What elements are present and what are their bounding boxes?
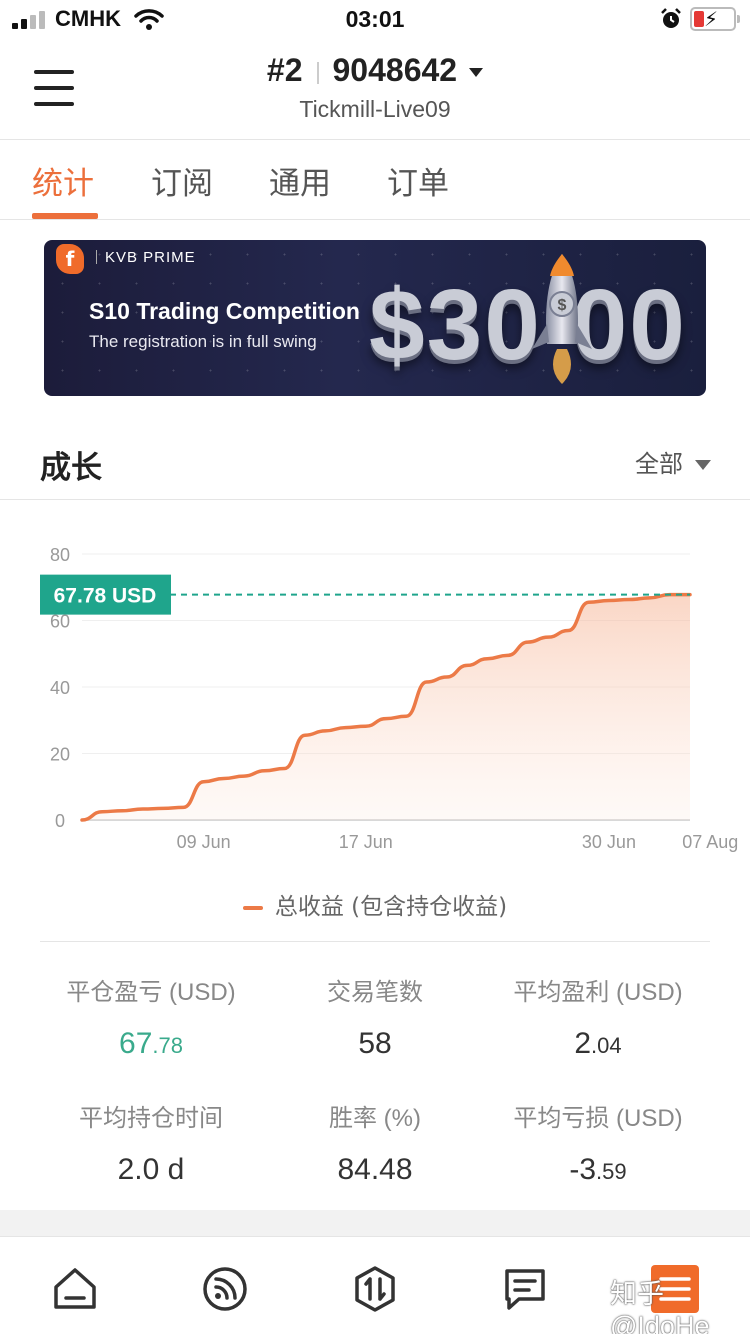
stat-label: 交易笔数 xyxy=(327,979,423,1006)
legend-label: 总收益 (包含持仓收益) xyxy=(274,894,508,920)
stat-label: 平仓盈亏 (USD) xyxy=(66,979,236,1006)
stat-value: 84.48 xyxy=(337,1153,413,1186)
y-tick-label: 40 xyxy=(50,678,70,698)
svg-text:$: $ xyxy=(558,297,567,314)
watermark: 知乎 @IdoHe xyxy=(610,1279,710,1334)
stat-value: 58 xyxy=(358,1027,392,1060)
caret-down-icon xyxy=(695,460,711,470)
nav-trade[interactable] xyxy=(351,1265,399,1313)
server-name: Tickmill-Live09 xyxy=(299,96,451,122)
stat-label: 平均持仓时间 xyxy=(79,1105,223,1132)
growth-chart-svg: 67.78 USD 0 20 40 60 80 09 Jun 17 Jun 30 Jun 07… xyxy=(40,545,738,852)
tab-statistics[interactable]: 统计 xyxy=(32,158,94,203)
nav-feed[interactable] xyxy=(201,1265,249,1313)
promo-banner[interactable]: f KVB PRIME S10 Trading Competition The … xyxy=(44,240,706,396)
account-number: 9048642 xyxy=(332,52,458,88)
stat-avg-profit: 平均盈利 (USD) 2.04 xyxy=(483,972,713,1061)
y-tick-label: 20 xyxy=(50,745,70,765)
orders-icon xyxy=(505,1269,545,1310)
stat-value: 67.78 xyxy=(119,1027,183,1060)
range-filter-label: 全部 xyxy=(635,450,683,478)
chart-legend: 总收益 (包含持仓收益) xyxy=(0,887,750,921)
nav-home[interactable] xyxy=(51,1265,99,1313)
clock: 03:01 xyxy=(345,6,405,32)
status-bar: CMHK 03:01 ⚡ xyxy=(0,0,750,40)
banner-subtitle: The registration is in full swing xyxy=(89,332,317,351)
x-tick-label: 30 Jun xyxy=(582,832,636,852)
stat-value: 2.04 xyxy=(574,1027,622,1060)
divider xyxy=(40,941,710,942)
stat-trade-count: 交易笔数 58 xyxy=(260,972,490,1061)
legend-swatch xyxy=(242,905,263,910)
account-index: #2 xyxy=(266,52,303,88)
x-tick-label: 09 Jun xyxy=(177,832,231,852)
section-separator xyxy=(0,1210,750,1236)
banner-title: S10 Trading Competition xyxy=(89,298,360,324)
stat-value: -3.59 xyxy=(569,1153,627,1186)
tab-orders[interactable]: 订单 xyxy=(387,158,449,203)
tab-bar: 统计 订阅 通用 订单 xyxy=(0,140,750,220)
caret-down-icon xyxy=(469,68,484,78)
growth-area xyxy=(82,594,690,820)
stat-value: 2.0 d xyxy=(117,1153,185,1186)
feed-icon xyxy=(203,1267,247,1311)
x-tick-label: 17 Jun xyxy=(339,832,393,852)
account-header: #2 9048642 Tickmill-Live09 xyxy=(0,40,750,140)
banner-brand: KVB PRIME xyxy=(96,249,196,266)
y-tick-label: 60 xyxy=(50,612,70,632)
stat-label: 平均盈利 (USD) xyxy=(513,979,683,1006)
growth-section-header: 成长 全部 xyxy=(0,420,750,500)
home-icon xyxy=(54,1268,96,1309)
tab-general[interactable]: 通用 xyxy=(269,158,331,203)
brand-logo-icon: f xyxy=(56,244,84,274)
battery-charging-icon: ⚡ xyxy=(690,7,740,31)
stat-avg-loss: 平均亏损 (USD) -3.59 xyxy=(483,1098,713,1187)
current-value-label: 67.78 USD xyxy=(54,585,157,608)
stat-label: 平均亏损 (USD) xyxy=(513,1105,683,1132)
trade-icon xyxy=(355,1266,395,1312)
stat-win-rate: 胜率 (%) 84.48 xyxy=(260,1098,490,1187)
y-tick-label: 0 xyxy=(55,811,65,831)
stat-label: 胜率 (%) xyxy=(329,1105,421,1132)
rocket-icon: $ xyxy=(532,254,592,384)
stat-closed-pnl: 平仓盈亏 (USD) 67.78 xyxy=(36,972,266,1061)
y-tick-label: 80 xyxy=(50,545,70,565)
tab-subscribe[interactable]: 订阅 xyxy=(151,158,213,203)
nav-orders[interactable] xyxy=(501,1265,549,1313)
account-selector[interactable]: #2 9048642 xyxy=(0,52,750,89)
stat-avg-hold-time: 平均持仓时间 2.0 d xyxy=(36,1098,266,1187)
range-filter-dropdown[interactable]: 全部 xyxy=(635,444,711,479)
alarm-icon xyxy=(660,8,682,34)
x-tick-label: 07 Aug xyxy=(682,832,738,852)
growth-chart: 67.78 USD 0 20 40 60 80 09 Jun 17 Jun 30 Jun 07… xyxy=(0,520,750,880)
growth-title: 成长 xyxy=(40,450,102,486)
active-tab-indicator xyxy=(32,213,98,219)
